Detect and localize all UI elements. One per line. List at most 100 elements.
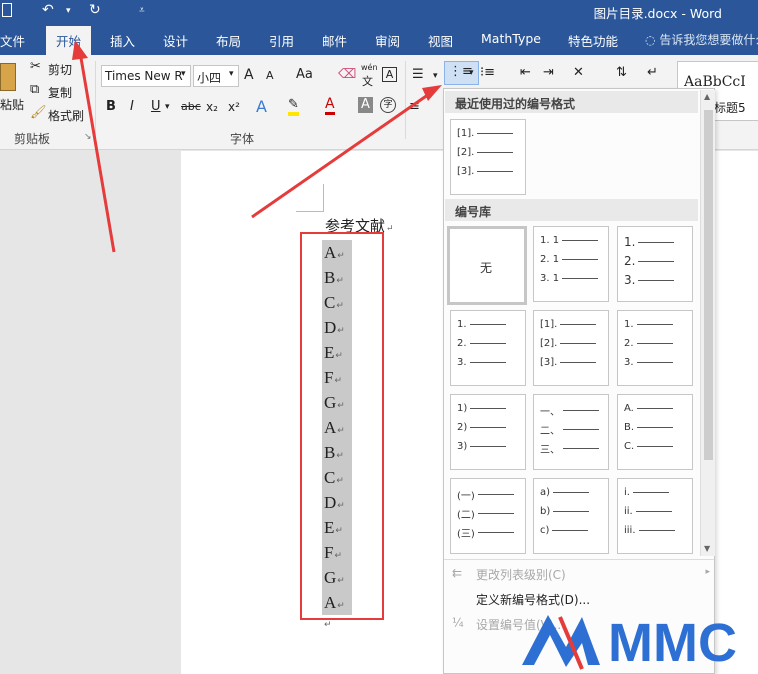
font-name-dropdown-icon[interactable]: ▾	[181, 69, 186, 79]
phonetic-guide-char[interactable]: 文	[362, 73, 373, 89]
save-icon[interactable]	[2, 3, 12, 17]
multilevel-list-icon[interactable]: ⁝≡	[480, 65, 495, 80]
title-bar: ↶ ▾ ↻ ⩡ 图片目录.docx - Word	[0, 0, 758, 22]
tab-mailings[interactable]: 邮件	[322, 31, 347, 50]
undo-dropdown-icon[interactable]: ▾	[66, 6, 71, 16]
tab-special-features[interactable]: 特色功能	[568, 31, 618, 50]
tab-insert[interactable]: 插入	[110, 31, 135, 50]
tab-review[interactable]: 审阅	[375, 31, 400, 50]
mmc-logo-icon: MMC	[522, 613, 737, 673]
numbering-format-option[interactable]: [1]. [2]. [3].	[533, 310, 609, 386]
change-level-icon: ⇇	[452, 566, 463, 580]
underline-dropdown-icon[interactable]: ▾	[165, 102, 170, 112]
ribbon-tabs: 文件 开始 插入 设计 布局 引用 邮件 审阅 视图 MathType 特色功能…	[0, 22, 758, 55]
numbering-format-option[interactable]: 1. 2. 3.	[617, 226, 693, 302]
grow-font-button[interactable]: A	[244, 67, 254, 83]
style-name-label: 标题5	[714, 101, 746, 115]
undo-icon[interactable]: ↶	[42, 2, 54, 18]
paste-button[interactable]: 粘贴	[0, 96, 24, 113]
sort-icon[interactable]: ⇅	[616, 65, 627, 80]
clipboard-group-label: 剪贴板	[14, 132, 51, 146]
numbering-dropdown-menu: 最近使用过的编号格式 [1]. [2]. [3]. 编号库 无 1. 1 2. …	[443, 88, 715, 674]
numbering-library-header: 编号库	[445, 199, 698, 221]
lightbulb-icon: ◌	[645, 33, 656, 47]
clipboard-launcher-icon[interactable]: ↘	[84, 132, 92, 142]
numbering-format-option[interactable]: [1]. [2]. [3].	[450, 119, 526, 195]
clear-format-icon[interactable]: ⌫	[338, 67, 356, 82]
window-title: 图片目录.docx - Word	[593, 6, 722, 21]
divider	[405, 61, 406, 139]
submenu-arrow-icon: ▸	[705, 567, 710, 577]
superscript-button[interactable]: x²	[228, 100, 240, 114]
copy-icon: ⧉	[30, 82, 40, 97]
scroll-up-icon[interactable]: ▲	[704, 92, 710, 101]
font-size-dropdown-icon[interactable]: ▾	[229, 69, 234, 79]
decrease-indent-icon[interactable]: ⇤	[520, 65, 531, 80]
shrink-font-button[interactable]: A	[266, 69, 274, 82]
menu-scrollbar[interactable]: ▲ ▼	[700, 90, 715, 556]
numbering-format-option[interactable]: a) b) c)	[533, 478, 609, 554]
tab-mathtype[interactable]: MathType	[481, 31, 541, 46]
numbering-format-option[interactable]: (一) (二) (三)	[450, 478, 526, 554]
chinese-layout-icon[interactable]: ✕	[573, 65, 584, 80]
watermark-text: MMC	[608, 613, 737, 671]
end-paragraph-mark-icon: ↵	[324, 620, 332, 630]
bullets-icon[interactable]: ☰	[412, 67, 424, 82]
set-numbering-value-item[interactable]: ¼ 设置编号值(V)...	[452, 616, 565, 632]
format-painter-button[interactable]: 格式刷	[48, 107, 84, 124]
tab-file[interactable]: 文件	[0, 31, 25, 50]
copy-button[interactable]: 复制	[48, 84, 72, 101]
numbering-format-option[interactable]: i. ii. iii.	[617, 478, 693, 554]
numbering-format-option[interactable]: 1. 2. 3.	[450, 310, 526, 386]
tab-view[interactable]: 视图	[428, 31, 453, 50]
format-painter-icon: 🖌	[30, 105, 47, 120]
show-marks-icon[interactable]: ↵	[647, 65, 658, 80]
numbering-format-option[interactable]: 一、 二、 三、	[533, 394, 609, 470]
char-border-icon[interactable]: A	[382, 67, 397, 82]
enclose-char-icon[interactable]: 字	[380, 97, 396, 113]
phonetic-guide-pinyin[interactable]: wén	[361, 63, 378, 72]
strikethrough-button[interactable]: abc	[181, 100, 201, 113]
scrollbar-thumb[interactable]	[704, 110, 713, 460]
font-name-input[interactable]: Times New R	[101, 65, 191, 87]
tab-home[interactable]: 开始	[46, 26, 92, 55]
subscript-button[interactable]: x₂	[206, 100, 218, 114]
change-case-button[interactable]: Aa	[296, 67, 313, 82]
cut-button[interactable]: 剪切	[48, 61, 72, 78]
numbering-format-option[interactable]: 1. 1 2. 1 3. 1	[533, 226, 609, 302]
page-corner-mark	[296, 184, 324, 212]
set-value-icon: ¼	[452, 616, 464, 630]
text-effects-icon[interactable]: A	[256, 97, 267, 116]
bold-button[interactable]: B	[106, 99, 116, 114]
increase-indent-icon[interactable]: ⇥	[543, 65, 554, 80]
bullets-dropdown-icon[interactable]: ▾	[433, 71, 438, 81]
change-list-level-item[interactable]: ⇇ 更改列表级别(C) ▸	[452, 566, 710, 582]
tab-design[interactable]: 设计	[163, 31, 188, 50]
redo-icon[interactable]: ↻	[89, 2, 101, 18]
paste-icon[interactable]	[0, 63, 16, 91]
tell-me-search[interactable]: ◌ 告诉我您想要做什么	[645, 31, 758, 48]
tab-references[interactable]: 引用	[269, 31, 294, 50]
tab-layout[interactable]: 布局	[216, 31, 241, 50]
char-shading-icon[interactable]: A	[358, 97, 373, 113]
annotation-box	[300, 232, 384, 620]
customize-quick-access-icon[interactable]: ⩡	[139, 5, 145, 16]
underline-button[interactable]: U	[151, 99, 161, 114]
paragraph-mark-icon: ↵	[386, 224, 394, 234]
italic-button[interactable]: I	[130, 99, 134, 114]
numbering-format-option[interactable]: 1. 2. 3.	[617, 310, 693, 386]
numbering-none-option[interactable]: 无	[447, 226, 527, 305]
align-left-icon[interactable]: ≡	[409, 99, 420, 114]
mmc-watermark: MMC	[520, 605, 758, 673]
numbering-format-option[interactable]: 1) 2) 3)	[450, 394, 526, 470]
divider	[95, 61, 96, 139]
recent-formats-header: 最近使用过的编号格式	[445, 91, 698, 113]
highlight-icon[interactable]: ✎	[288, 97, 299, 116]
divider	[444, 559, 714, 560]
numbering-format-option[interactable]: A. B. C.	[617, 394, 693, 470]
numbering-dropdown-icon[interactable]: ▾	[469, 68, 474, 78]
scroll-down-icon[interactable]: ▼	[704, 544, 710, 553]
scissors-icon: ✂	[30, 59, 41, 74]
font-group-label: 字体	[230, 132, 255, 146]
font-color-icon[interactable]: A	[325, 96, 335, 115]
